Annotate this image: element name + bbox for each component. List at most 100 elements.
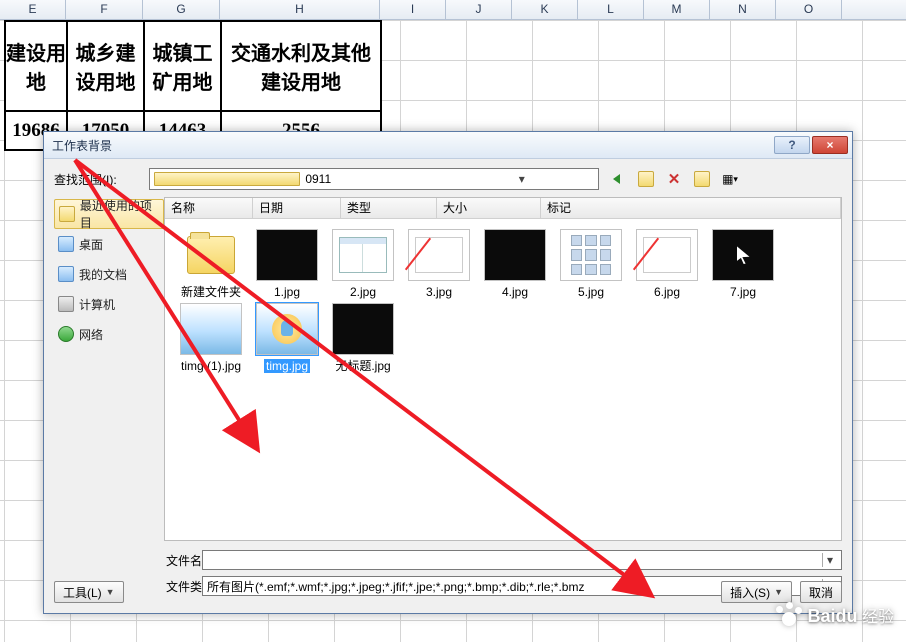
header-tags[interactable]: 标记 <box>541 198 841 218</box>
chevron-down-icon[interactable]: ▾ <box>450 172 594 186</box>
column-header[interactable]: F <box>66 0 143 19</box>
table-header: 城乡建设用地 <box>67 21 144 111</box>
dialog-toolbar: ✕ ▦ ▾ <box>607 169 741 189</box>
sidebar-item-label: 计算机 <box>79 296 115 313</box>
file-label: 6.jpg <box>629 285 705 299</box>
file-label: 4.jpg <box>477 285 553 299</box>
dialog-title: 工作表背景 <box>48 137 772 154</box>
file-label: 新建文件夹 <box>173 285 249 299</box>
file-thumbnail-grid[interactable]: 新建文件夹1.jpg2.jpg3.jpg4.jpg5.jpg6.jpg7.jpg… <box>165 219 841 540</box>
desktop-icon <box>58 236 74 252</box>
sidebar-item-label: 最近使用的项目 <box>80 197 163 231</box>
back-button[interactable] <box>607 169 629 189</box>
file-thumbnail <box>180 229 242 281</box>
file-label: timg.jpg <box>264 359 310 373</box>
file-label: 2.jpg <box>325 285 401 299</box>
sidebar-item-label: 网络 <box>79 326 103 343</box>
sidebar-item-label: 我的文档 <box>79 266 127 283</box>
column-header[interactable]: K <box>512 0 578 19</box>
delete-button[interactable]: ✕ <box>663 169 685 189</box>
file-thumbnail <box>636 229 698 281</box>
paw-icon <box>774 602 804 628</box>
column-headers-row: E F G H I J K L M N O <box>0 0 906 20</box>
file-item[interactable]: 无标题.jpg <box>325 303 401 373</box>
column-header[interactable]: O <box>776 0 842 19</box>
table-header: 建设用地 <box>5 21 67 111</box>
file-item[interactable]: 4.jpg <box>477 229 553 299</box>
network-icon <box>58 326 74 342</box>
header-type[interactable]: 类型 <box>341 198 437 218</box>
close-button[interactable]: × <box>812 136 848 154</box>
column-header[interactable]: L <box>578 0 644 19</box>
watermark-sub: 经验 <box>862 609 894 626</box>
file-thumbnail <box>332 229 394 281</box>
folder-icon <box>59 206 75 222</box>
sidebar-item-label: 桌面 <box>79 236 103 253</box>
table-header: 交通水利及其他建设用地 <box>221 21 381 111</box>
file-item[interactable]: 3.jpg <box>401 229 477 299</box>
file-list-header: 名称 日期 类型 大小 标记 <box>165 197 841 219</box>
file-label: 1.jpg <box>249 285 325 299</box>
column-header[interactable]: G <box>143 0 220 19</box>
file-thumbnail <box>408 229 470 281</box>
filename-input[interactable]: ▾ <box>202 550 842 570</box>
file-item[interactable]: 新建文件夹 <box>173 229 249 299</box>
table-header: 城镇工矿用地 <box>144 21 221 111</box>
up-one-level-button[interactable] <box>635 169 657 189</box>
documents-icon <box>58 266 74 282</box>
sidebar-item-desktop[interactable]: 桌面 <box>54 229 164 259</box>
filename-label: 文件名(N): <box>54 552 202 569</box>
header-name[interactable]: 名称 <box>165 198 253 218</box>
folder-up-icon <box>638 171 654 187</box>
file-thumbnail <box>180 303 242 355</box>
file-thumbnail <box>332 303 394 355</box>
file-label: timg (1).jpg <box>173 359 249 373</box>
file-thumbnail <box>484 229 546 281</box>
file-item[interactable]: 7.jpg <box>705 229 781 299</box>
sidebar-item-network[interactable]: 网络 <box>54 319 164 349</box>
file-thumbnail <box>560 229 622 281</box>
column-header[interactable]: E <box>0 0 66 19</box>
file-item[interactable]: 6.jpg <box>629 229 705 299</box>
new-folder-button[interactable] <box>691 169 713 189</box>
file-label: 7.jpg <box>705 285 781 299</box>
file-list-pane: 名称 日期 类型 大小 标记 新建文件夹1.jpg2.jpg3.jpg4.jpg… <box>164 197 842 541</box>
file-label: 5.jpg <box>553 285 629 299</box>
file-item[interactable]: timg (1).jpg <box>173 303 249 373</box>
file-item[interactable]: 2.jpg <box>325 229 401 299</box>
places-sidebar: 最近使用的项目 桌面 我的文档 计算机 网络 <box>54 197 164 541</box>
column-header[interactable]: J <box>446 0 512 19</box>
column-header[interactable]: I <box>380 0 446 19</box>
file-thumbnail <box>712 229 774 281</box>
new-folder-icon <box>694 171 710 187</box>
lookin-combo[interactable]: 0911 ▾ <box>149 168 599 190</box>
file-label: 无标题.jpg <box>325 359 401 373</box>
file-label: 3.jpg <box>401 285 477 299</box>
watermark-brand: Baidu <box>808 606 858 626</box>
column-header[interactable]: H <box>220 0 380 19</box>
sidebar-item-recent[interactable]: 最近使用的项目 <box>54 199 164 229</box>
file-thumbnail <box>256 229 318 281</box>
cancel-button[interactable]: 取消 <box>800 581 842 603</box>
file-item[interactable]: 5.jpg <box>553 229 629 299</box>
lookin-value: 0911 <box>305 172 449 186</box>
column-header[interactable]: N <box>710 0 776 19</box>
help-button[interactable]: ? <box>774 136 810 154</box>
tools-button[interactable]: 工具(L)▼ <box>54 581 124 603</box>
file-thumbnail <box>256 303 318 355</box>
computer-icon <box>58 296 74 312</box>
insert-button[interactable]: 插入(S)▼ <box>721 581 792 603</box>
file-item[interactable]: 1.jpg <box>249 229 325 299</box>
header-date[interactable]: 日期 <box>253 198 341 218</box>
column-header[interactable]: M <box>644 0 710 19</box>
chevron-down-icon[interactable]: ▾ <box>822 553 837 567</box>
file-item[interactable]: timg.jpg <box>249 303 325 373</box>
sidebar-item-computer[interactable]: 计算机 <box>54 289 164 319</box>
sheet-background-dialog: 工作表背景 ? × 查找范围(I): 0911 ▾ ✕ ▦ ▾ 最近使用的项目 … <box>43 131 853 614</box>
sidebar-item-documents[interactable]: 我的文档 <box>54 259 164 289</box>
dialog-titlebar[interactable]: 工作表背景 ? × <box>44 132 852 159</box>
watermark: Baidu 经验 <box>774 602 894 628</box>
views-button[interactable]: ▦ ▾ <box>719 169 741 189</box>
folder-icon <box>154 172 300 186</box>
header-size[interactable]: 大小 <box>437 198 541 218</box>
